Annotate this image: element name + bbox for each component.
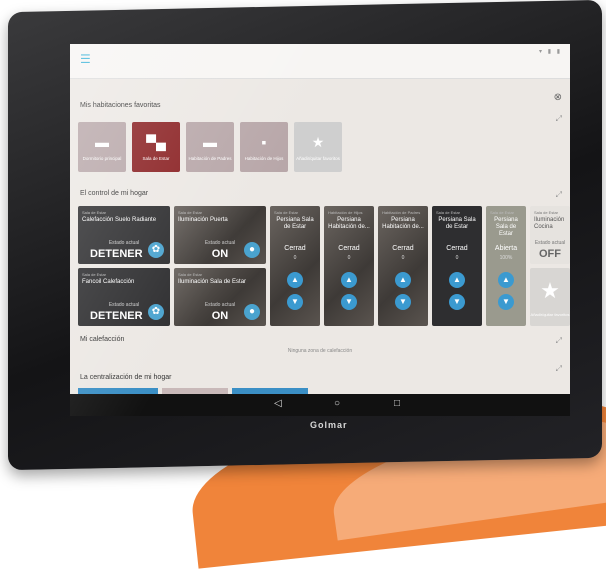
bed-icon: ▬ — [203, 134, 217, 150]
tile-room: Sala de Estar — [436, 210, 461, 215]
expand-icon[interactable]: ⤢ — [556, 336, 562, 346]
blind-down-icon[interactable]: ▼ — [341, 294, 357, 310]
tile-room: Sala de Estar — [178, 272, 203, 277]
blind-up-icon[interactable]: ▲ — [341, 272, 357, 288]
tile-name: Persiana Sala de Estar — [438, 217, 476, 230]
blind-down-icon[interactable]: ▼ — [498, 294, 514, 310]
tile-name: Fancoil Calefacción — [82, 279, 135, 285]
tile-name: Iluminación Sala de Estar — [178, 279, 247, 285]
blind-up-icon[interactable]: ▲ — [395, 272, 411, 288]
tile-room: Sala de Estar — [82, 272, 107, 277]
android-nav-bar: ◁ ○ □ — [70, 394, 570, 416]
blind-up-icon[interactable]: ▲ — [449, 272, 465, 288]
section-heating: Mi calefacción — [80, 336, 125, 343]
tile-persiana-1[interactable]: Sala de Estar Persiana Sala de Estar Cer… — [270, 206, 320, 326]
star-icon: ★ — [540, 278, 560, 303]
blind-up-icon[interactable]: ▲ — [498, 272, 514, 288]
tile-persiana-4[interactable]: Sala de Estar Persiana Sala de Estar Cer… — [432, 206, 482, 326]
fav-label: Sala de Estar — [142, 156, 170, 161]
toilet-icon: ▪ — [261, 134, 267, 150]
tile-room: Sala de Estar — [82, 210, 107, 215]
back-button[interactable]: ◁ — [274, 398, 282, 409]
blind-down-icon[interactable]: ▼ — [287, 294, 303, 310]
expand-icon[interactable]: ⤢ — [556, 114, 562, 124]
bed-icon: ▬ — [95, 134, 109, 150]
tile-percentage: 0 — [401, 255, 405, 261]
tile-calefaccion-suelo[interactable]: Sala de Estar Calefacción Suelo Radiante… — [78, 206, 170, 264]
tile-fancoil[interactable]: Sala de Estar Fancoil Calefacción Estado… — [78, 268, 170, 326]
settings-icon[interactable]: ⊗ — [554, 92, 562, 103]
tile-state: OFF — [539, 248, 561, 260]
tile-room: Sala de Estar — [534, 210, 559, 215]
fav-label: Dormitorio principal — [82, 156, 122, 161]
tile-room: Sala de Estar — [178, 210, 203, 215]
fav-dormitorio[interactable]: ▬ Dormitorio principal — [78, 122, 126, 172]
expand-icon[interactable]: ⤢ — [556, 190, 562, 200]
tile-room: Habitación de Padres — [382, 210, 421, 215]
blind-up-icon[interactable]: ▲ — [287, 272, 303, 288]
fav-label: Habitación de Hijos — [244, 156, 284, 161]
menu-icon[interactable]: ☰ — [80, 53, 92, 65]
tile-state: Cerrad — [392, 245, 414, 252]
tile-iluminacion-cocina[interactable]: Sala de Estar Iluminación Cocina Estado … — [530, 206, 570, 264]
blind-down-icon[interactable]: ▼ — [449, 294, 465, 310]
tile-name: Persiana Habitación de... — [328, 217, 370, 230]
heating-empty-message: Ninguna zona de calefacción — [287, 348, 353, 354]
tile-state: Cerrad — [284, 245, 306, 252]
screen: ☰ ▾ ▮ ▮ Mis habitaciones favoritas ⊗ ⤢ ▬… — [70, 44, 570, 416]
tile-name: Persiana Sala de Estar — [276, 217, 314, 230]
tile-name: Iluminación Puerta — [178, 217, 228, 223]
tile-name: Calefacción Suelo Radiante — [82, 217, 157, 223]
tile-state: Abierta — [494, 245, 518, 252]
section-control: El control de mi hogar — [80, 190, 149, 197]
tile-persiana-5[interactable]: Sala de Estar Persiana Sala de Estar Abi… — [486, 206, 526, 326]
app-bar: ☰ ▾ ▮ ▮ — [70, 44, 570, 79]
fan-icon[interactable]: ✿ — [148, 242, 164, 258]
tile-percentage: 0 — [293, 255, 297, 261]
tile-percentage: 100% — [499, 255, 513, 261]
tile-room: Habitación de Hijos — [328, 210, 363, 215]
status-icons: ▾ ▮ ▮ — [539, 49, 562, 55]
sofa-icon: ▀▄ — [146, 134, 166, 150]
section-centralization: La centralización de mi hogar — [80, 374, 172, 381]
section-favorites: Mis habitaciones favoritas — [80, 102, 161, 109]
home-button[interactable]: ○ — [334, 398, 340, 409]
fav-sala-de-estar[interactable]: ▀▄ Sala de Estar — [132, 122, 180, 172]
tile-persiana-3[interactable]: Habitación de Padres Persiana Habitación… — [378, 206, 428, 326]
tile-iluminacion-puerta[interactable]: Sala de Estar Iluminación Puerta Estado … — [174, 206, 266, 264]
tile-room: Sala de Estar — [274, 210, 299, 215]
tile-state-label: Estado actual — [534, 240, 566, 246]
tile-name: Iluminación Cocina — [534, 217, 565, 230]
tile-label: Añadir/quitar favoritos — [530, 312, 570, 317]
fav-add-remove[interactable]: ★ Añadir/quitar favoritos — [294, 122, 342, 172]
tile-name: Persiana Sala de Estar — [494, 217, 518, 237]
expand-icon[interactable]: ⤢ — [556, 364, 562, 374]
fav-label: Añadir/quitar favoritos — [296, 156, 340, 161]
tile-name: Persiana Habitación de... — [382, 217, 424, 230]
recent-apps-button[interactable]: □ — [394, 398, 400, 409]
tile-room: Sala de Estar — [490, 210, 515, 215]
tile-iluminacion-sala[interactable]: Sala de Estar Iluminación Sala de Estar … — [174, 268, 266, 326]
fav-label: Habitación de Padres — [188, 156, 232, 161]
bulb-icon[interactable]: ● — [244, 304, 260, 320]
tile-state: Cerrad — [446, 245, 468, 252]
tile-percentage: 0 — [455, 255, 459, 261]
star-icon: ★ — [311, 134, 325, 150]
bulb-icon[interactable]: ● — [244, 242, 260, 258]
tile-percentage: 0 — [347, 255, 351, 261]
tile-add-favorites[interactable]: ★ Añadir/quitar favoritos — [530, 268, 570, 326]
fan-icon[interactable]: ✿ — [148, 304, 164, 320]
blind-down-icon[interactable]: ▼ — [395, 294, 411, 310]
tile-persiana-2[interactable]: Habitación de Hijos Persiana Habitación … — [324, 206, 374, 326]
brand-logo: Golmar — [310, 420, 348, 430]
tile-state: Cerrad — [338, 245, 360, 252]
fav-habitacion-hijos[interactable]: ▪ Habitación de Hijos — [240, 122, 288, 172]
fav-habitacion-padres[interactable]: ▬ Habitación de Padres — [186, 122, 234, 172]
